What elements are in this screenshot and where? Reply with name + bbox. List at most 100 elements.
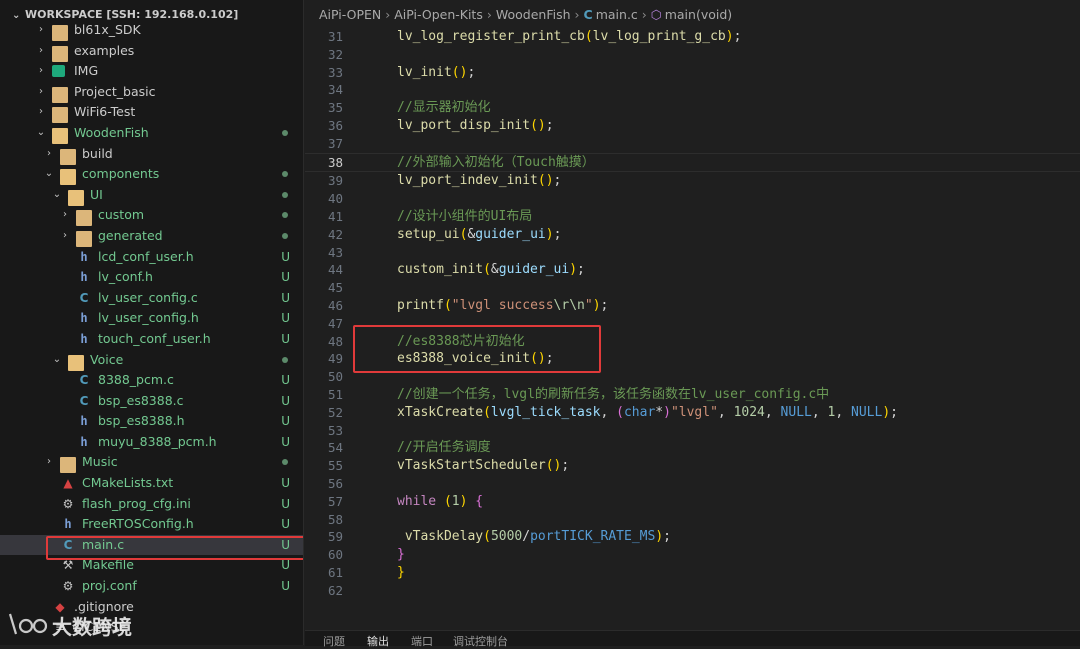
code-line[interactable]: 39 lv_port_indev_init(); (305, 172, 1080, 190)
tree-item[interactable]: ▲ CMakeLists.txt U (0, 473, 303, 494)
tree-item[interactable]: h lcd_conf_user.h U (0, 247, 303, 268)
tab-output[interactable]: 输出 (367, 633, 389, 649)
code-line[interactable]: 55 vTaskStartScheduler(); (305, 457, 1080, 475)
code-line[interactable]: 46 printf("lvgl success\r\n"); (305, 297, 1080, 315)
chevron-right-icon[interactable]: › (44, 452, 54, 473)
breadcrumb-item[interactable]: AiPi-OPEN (319, 7, 381, 22)
code-line[interactable]: 62 (305, 582, 1080, 600)
tree-item[interactable]: Clv_user_config.c U (0, 288, 303, 309)
chevron-right-icon[interactable]: › (44, 144, 54, 165)
breadcrumb-item[interactable]: main.c (596, 7, 638, 22)
code-line[interactable]: 34 (305, 81, 1080, 99)
tree-item[interactable]: › IMG (0, 61, 303, 82)
line-number: 36 (327, 117, 343, 133)
folder-open-icon (60, 169, 76, 186)
code-line[interactable]: 40 (305, 190, 1080, 208)
tree-item[interactable]: › WiFi6-Test (0, 102, 303, 124)
tree-item-label: custom (98, 207, 145, 223)
tree-item-label: generated (98, 227, 163, 243)
code-text: lv_init(); (397, 64, 476, 80)
tree-item[interactable]: h muyu_8388_pcm.h U (0, 432, 303, 453)
chevron-right-icon[interactable]: › (36, 82, 46, 103)
code-line[interactable]: 60} (305, 546, 1080, 564)
tab-problems[interactable]: 问题 (323, 633, 345, 649)
chevron-right-icon[interactable]: › (36, 61, 46, 82)
watermark-logo: 大数跨境 (8, 613, 132, 639)
code-line[interactable]: 37 (305, 135, 1080, 153)
line-number: 32 (327, 46, 343, 62)
tab-debug-console[interactable]: 调试控制台 (453, 633, 508, 649)
code-text: vTaskDelay(5000/portTICK_RATE_MS); (404, 529, 671, 545)
tree-item[interactable]: ⌄ Voice (0, 350, 303, 371)
code-line[interactable]: 58 (305, 511, 1080, 529)
chevron-down-icon[interactable]: ⌄ (52, 185, 62, 206)
tree-item-label: bsp_es8388.c (98, 392, 184, 408)
tree-item[interactable]: ⚙ flash_prog_cfg.ini U (0, 494, 303, 515)
code-line[interactable]: 44 custom_init(&guider_ui); (305, 261, 1080, 279)
chevron-right-icon[interactable]: › (36, 102, 46, 123)
code-line[interactable]: 56 (305, 475, 1080, 493)
code-line[interactable]: 43 (305, 244, 1080, 262)
tree-item[interactable]: h FreeRTOSConfig.h U (0, 514, 303, 535)
code-line[interactable]: 38 //外部输入初始化（Touch触摸） (305, 152, 1080, 173)
untracked-badge: U (281, 579, 290, 594)
tree-item[interactable]: ⌄ components (0, 164, 303, 186)
code-line[interactable]: 36 lv_port_disp_init(); (305, 117, 1080, 135)
tab-ports[interactable]: 端口 (411, 633, 433, 649)
untracked-badge: U (281, 517, 290, 532)
chevron-right-icon[interactable]: › (60, 205, 70, 226)
tree-item[interactable]: › Project_basic (0, 82, 303, 103)
code-line[interactable]: 41 //设计小组件的UI布局 (305, 208, 1080, 226)
tree-item[interactable]: ⌄ WoodenFish (0, 123, 303, 144)
tree-item[interactable]: › build (0, 144, 303, 165)
chevron-right-icon[interactable]: › (36, 41, 46, 62)
chevron-down-icon[interactable]: ⌄ (44, 164, 54, 185)
line-number: 59 (327, 529, 343, 545)
tree-item[interactable]: h lv_conf.h U (0, 267, 303, 288)
line-number: 48 (327, 333, 343, 349)
chevron-down-icon[interactable]: ⌄ (52, 350, 62, 371)
tree-item[interactable]: › Music (0, 452, 303, 474)
modified-dot-icon (282, 191, 288, 198)
chevron-right-icon[interactable]: › (60, 226, 70, 247)
code-lines[interactable]: 31 lv_log_register_print_cb(lv_log_print_… (305, 28, 1080, 600)
code-line[interactable]: 61} (305, 564, 1080, 582)
breadcrumb-item[interactable]: main(void) (665, 7, 732, 22)
breadcrumb-item[interactable]: WoodenFish (496, 7, 571, 22)
tree-item[interactable]: ⌄ UI (0, 185, 303, 206)
tree-item[interactable]: h lv_user_config.h U (0, 308, 303, 329)
code-line[interactable]: 52 xTaskCreate(lvgl_tick_task, (char*)"lv… (305, 404, 1080, 422)
code-line[interactable]: 51 //创建一个任务，lvgl的刷新任务，该任务函数在lv_user_confi… (305, 386, 1080, 404)
code-line[interactable]: 32 (305, 46, 1080, 64)
tree-item-label: proj.conf (82, 578, 137, 594)
tree-item-label: lcd_conf_user.h (98, 248, 194, 264)
tree-item-label: WoodenFish (74, 124, 149, 140)
chevron-down-icon[interactable]: ⌄ (36, 123, 46, 144)
chevron-right-icon: › (641, 7, 647, 22)
code-line[interactable]: 57 while (1) { (305, 493, 1080, 511)
chevron-right-icon[interactable]: › (36, 20, 46, 41)
tree-item[interactable]: ⚙ proj.conf U (0, 576, 303, 597)
tree-item[interactable]: C 8388_pcm.c U (0, 370, 303, 391)
code-line[interactable]: 53 (305, 422, 1080, 440)
code-line[interactable]: 45 (305, 279, 1080, 297)
code-text: custom_init(&guider_ui); (397, 262, 585, 278)
modified-dot-icon (282, 459, 288, 466)
code-line[interactable]: 54 //开启任务调度 (305, 439, 1080, 457)
tree-item[interactable]: › examples (0, 41, 303, 62)
tree-item[interactable]: Cbsp_es8388.c U (0, 391, 303, 412)
tree-item[interactable]: h bsp_es8388.h U (0, 411, 303, 432)
code-line[interactable]: 31 lv_log_register_print_cb(lv_log_print_… (305, 28, 1080, 46)
code-line[interactable]: 42 setup_ui(&guider_ui); (305, 226, 1080, 244)
code-line[interactable]: 33 lv_init(); (305, 64, 1080, 82)
tree-item[interactable]: › bl61x_SDK (0, 20, 303, 41)
modified-dot-icon (282, 232, 288, 239)
tree-item[interactable]: h touch_conf_user.h U (0, 329, 303, 350)
tree-item[interactable]: › custom (0, 205, 303, 227)
code-line[interactable]: 35 //显示器初始化 (305, 99, 1080, 117)
code-line[interactable]: 59 vTaskDelay(5000/portTICK_RATE_MS); (305, 528, 1080, 546)
line-number: 47 (327, 315, 343, 331)
breadcrumb-item[interactable]: AiPi-Open-Kits (394, 7, 483, 22)
code-editor[interactable]: AiPi-OPEN › AiPi-Open-Kits › WoodenFish › Cmai… (305, 0, 1080, 632)
tree-item[interactable]: › generated (0, 226, 303, 247)
